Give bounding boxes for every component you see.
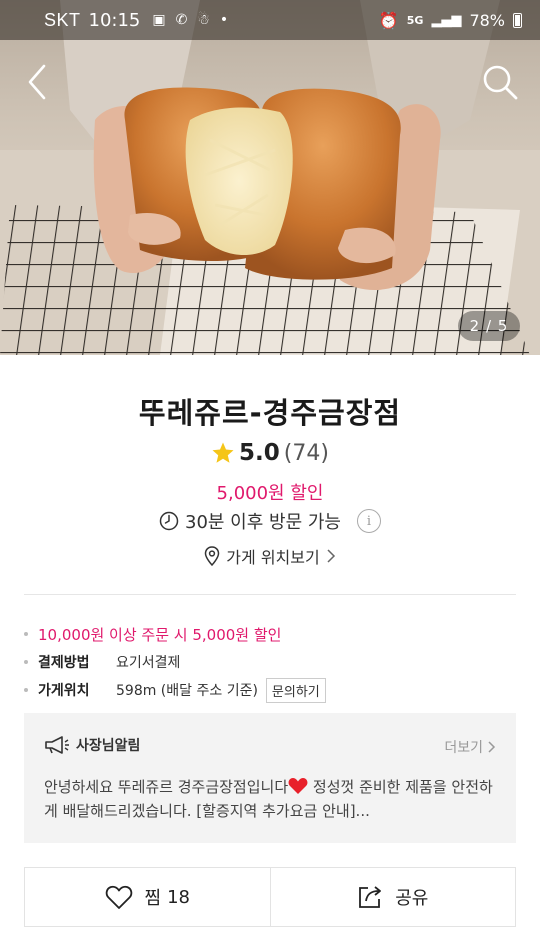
store-name: 뚜레쥬르-경주금장점	[138, 396, 402, 430]
notice-text-1: 안녕하세요 뚜레쥬르 경주금장점입니다	[44, 778, 289, 796]
bullet	[24, 632, 28, 636]
app-notification-icon: ☃	[197, 12, 210, 28]
section-divider	[24, 594, 516, 595]
notice-body: 안녕하세요 뚜레쥬르 경주금장점입니다 정성껏 준비한 제품을 안전하게 배달해…	[44, 775, 500, 823]
carrier-label: SKT	[44, 9, 81, 30]
bullet	[24, 660, 28, 664]
bullet	[24, 688, 28, 692]
back-arrow-icon	[28, 64, 46, 100]
notice-more-link[interactable]: 더보기	[444, 737, 496, 757]
share-button[interactable]: 공유	[269, 868, 516, 926]
action-bar: 찜 18 공유	[24, 867, 516, 927]
call-notification-icon: ✆	[175, 12, 188, 28]
alarm-icon: ⏰	[378, 10, 399, 30]
gallery-page-indicator: 2 / 5	[458, 311, 520, 341]
notice-title: 사장님알림	[76, 738, 141, 754]
status-bar: SKT 10:15 ▣ ✆ ☃ • ⏰ 5G ▂▄▆ 78%	[0, 0, 540, 40]
promo-text: 10,000원 이상 주문 시 5,000원 할인	[38, 625, 282, 644]
pickup-time-text: 30분 이후 방문 가능	[185, 512, 341, 533]
inquiry-button[interactable]: 문의하기	[265, 677, 326, 703]
battery-percent: 78%	[469, 10, 505, 30]
payment-label: 결제방법	[38, 655, 90, 671]
payment-row: 결제방법 요기서결제	[24, 648, 516, 676]
clock-time: 10:15	[88, 9, 141, 31]
gallery-notification-icon: ▣	[152, 12, 166, 28]
store-location-text: 가게 위치보기	[226, 548, 320, 567]
notice-header: 사장님알림	[44, 735, 140, 755]
pickup-time: 30분 이후 방문 가능 i	[0, 508, 540, 534]
favorite-count: 18	[167, 886, 190, 908]
info-icon[interactable]: i	[357, 509, 381, 533]
star-icon	[212, 442, 234, 463]
bread-photo	[0, 0, 540, 355]
rating[interactable]: 5.0 (74)	[0, 440, 540, 466]
promo-row: 10,000원 이상 주문 시 5,000원 할인	[24, 620, 516, 648]
favorite-button[interactable]: 찜 18	[25, 868, 270, 926]
store-location-link[interactable]: 가게 위치보기	[0, 544, 540, 568]
notice-more-text: 더보기	[444, 740, 483, 756]
back-button[interactable]	[22, 62, 58, 102]
rating-score: 5.0	[239, 440, 280, 466]
more-notifications-dot: •	[219, 12, 229, 28]
heart-emoji-icon	[288, 778, 308, 794]
store-details: 10,000원 이상 주문 시 5,000원 할인 결제방법 요기서결제 가게위…	[24, 620, 516, 704]
megaphone-icon	[45, 736, 69, 754]
search-button[interactable]	[480, 62, 520, 102]
search-icon	[483, 65, 518, 100]
payment-value: 요기서결제	[116, 655, 181, 671]
chevron-right-icon	[327, 549, 335, 563]
owner-notice[interactable]: 사장님알림 더보기 안녕하세요 뚜레쥬르 경주금장점입니다 정성껏 준비한 제품…	[24, 713, 516, 843]
chevron-right-icon	[488, 741, 496, 753]
distance-row: 가게위치 598m (배달 주소 기준) 문의하기	[24, 676, 516, 704]
network-type: 5G	[406, 13, 424, 27]
system-status: ⏰ 5G ▂▄▆ 78%	[379, 11, 522, 30]
clock-icon	[159, 511, 179, 531]
discount-label: 5,000원 할인	[216, 483, 324, 504]
notification-icons: ▣ ✆ ☃ •	[152, 12, 228, 28]
distance-label: 가게위치	[38, 683, 90, 699]
review-count: (74)	[283, 440, 329, 466]
location-pin-icon	[205, 546, 220, 566]
heart-icon	[105, 885, 132, 909]
share-icon	[359, 886, 382, 908]
favorite-label: 찜	[144, 888, 162, 909]
store-image-gallery[interactable]: SKT 10:15 ▣ ✆ ☃ • ⏰ 5G ▂▄▆ 78% 2 / 5	[0, 0, 540, 355]
share-label: 공유	[395, 888, 429, 909]
signal-icon: ▂▄▆	[431, 12, 462, 28]
distance-value: 598m (배달 주소 기준)	[116, 683, 258, 699]
battery-icon	[513, 12, 522, 28]
